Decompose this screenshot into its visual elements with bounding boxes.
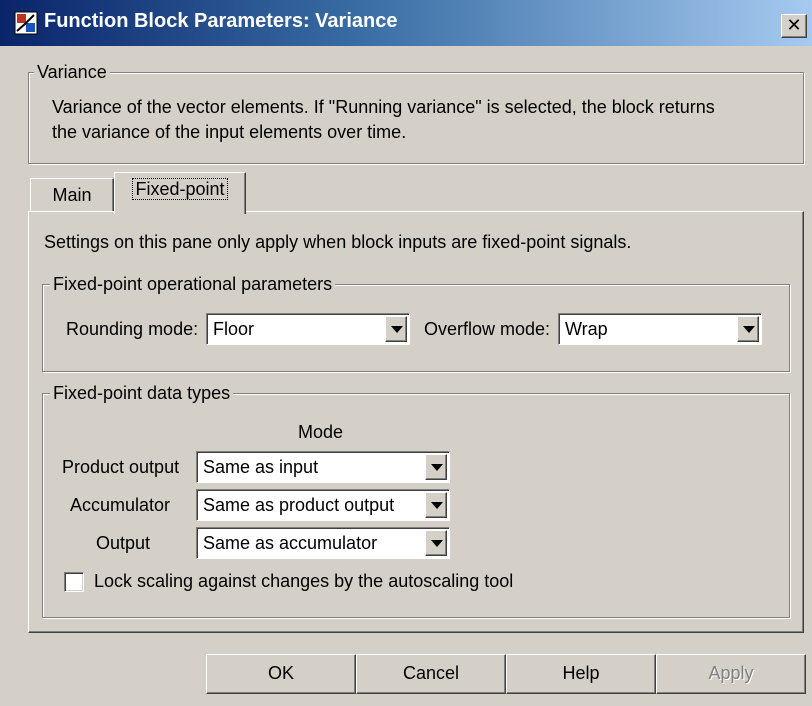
rounding-mode-select[interactable]: Floor [206,313,410,345]
overflow-mode-value: Wrap [565,319,608,339]
rounding-mode-value: Floor [213,319,255,339]
output-label: Output [96,533,151,553]
lock-scaling-checkbox[interactable] [64,572,84,592]
chevron-down-icon[interactable] [737,316,759,342]
rounding-mode-label: Rounding mode: [66,319,199,339]
chevron-down-icon[interactable] [425,530,447,556]
accumulator-value: Same as product output [203,495,395,515]
product-output-label: Product output [62,457,180,477]
mode-column-header: Mode [298,422,344,442]
output-value: Same as accumulator [203,533,378,553]
accumulator-label: Accumulator [70,495,171,515]
chevron-down-icon[interactable] [425,492,447,518]
product-output-value: Same as input [203,457,319,477]
accumulator-select[interactable]: Same as product output [196,489,450,521]
data-types-label: Fixed-point data types [50,382,234,404]
pane-note: Settings on this pane only apply when bl… [44,232,632,252]
operational-parameters-label: Fixed-point operational parameters [50,273,336,295]
chevron-down-icon[interactable] [425,454,447,480]
overflow-mode-label: Overflow mode: [424,319,551,339]
overflow-mode-select[interactable]: Wrap [558,313,762,345]
output-select[interactable]: Same as accumulator [196,527,450,559]
chevron-down-icon[interactable] [385,316,407,342]
lock-scaling-label[interactable]: Lock scaling against changes by the auto… [94,570,513,592]
product-output-select[interactable]: Same as input [196,451,450,483]
